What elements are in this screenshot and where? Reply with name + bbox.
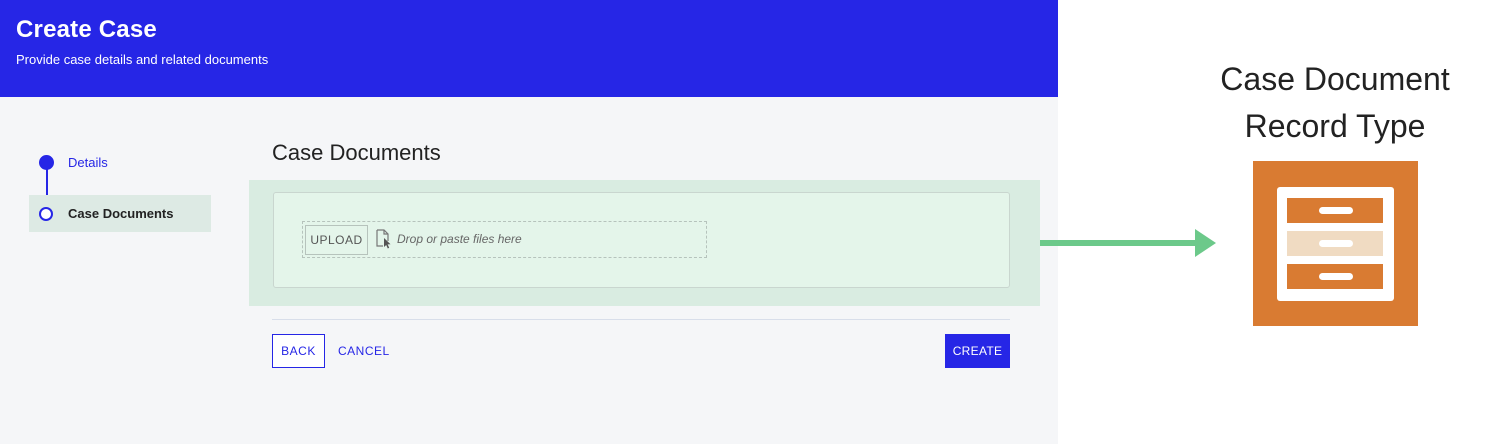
create-button[interactable]: CREATE: [945, 334, 1010, 368]
record-type-title-line2: Record Type: [1244, 108, 1426, 144]
record-type-title-line1: Case Document: [1220, 61, 1450, 97]
step-complete-icon: [39, 154, 54, 170]
drop-hint-text: Drop or paste files here: [397, 232, 522, 246]
footer-divider: [272, 319, 1010, 320]
record-type-title: Case Document Record Type: [1180, 56, 1490, 150]
step-case-documents[interactable]: Case Documents: [29, 195, 211, 232]
page-subtitle: Provide case details and related documen…: [16, 52, 269, 67]
page-title: Create Case: [16, 16, 157, 43]
create-case-app: Create Case Provide case details and rel…: [0, 0, 1058, 444]
step-label: Details: [68, 154, 108, 170]
upload-button[interactable]: UPLOAD: [305, 225, 368, 255]
step-current-icon: [39, 206, 53, 221]
cancel-button[interactable]: CANCEL: [338, 344, 390, 358]
section-title: Case Documents: [272, 140, 441, 165]
step-details[interactable]: Details: [29, 148, 211, 176]
back-button[interactable]: BACK: [272, 334, 325, 368]
step-label: Case Documents: [68, 206, 174, 221]
progress-stepper: Details Case Documents: [29, 140, 211, 232]
page-header: Create Case Provide case details and rel…: [0, 0, 1058, 97]
file-cursor-icon: [376, 229, 391, 249]
arrow-right-icon: [1040, 229, 1216, 257]
filing-cabinet-icon: [1253, 161, 1418, 326]
